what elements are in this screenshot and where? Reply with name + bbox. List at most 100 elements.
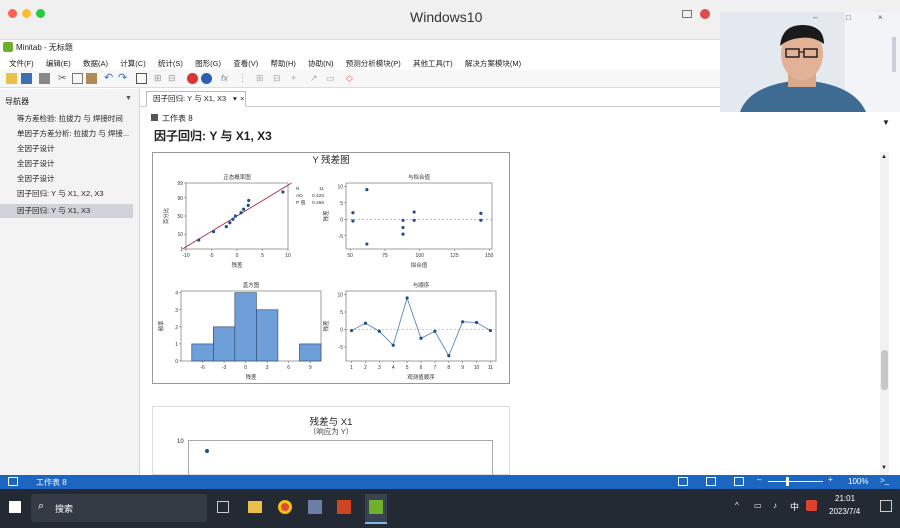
normal-point bbox=[211, 229, 216, 234]
nav-item-selected[interactable]: 因子回归: Y 与 X1, X3 bbox=[0, 204, 133, 218]
menu-solutions[interactable]: 解决方案模块(M) bbox=[465, 59, 521, 68]
menu-view[interactable]: 查看(V) bbox=[233, 59, 258, 68]
normal-xtick-label: 0 bbox=[236, 253, 239, 259]
minimize-dot-icon[interactable] bbox=[22, 9, 31, 18]
menu-tools[interactable]: 其他工具(T) bbox=[413, 59, 453, 68]
chevron-down-icon[interactable]: ▼ bbox=[125, 95, 132, 102]
order-point bbox=[461, 320, 465, 324]
close-icon[interactable]: × bbox=[878, 13, 883, 22]
window-title: Windows10 bbox=[410, 9, 483, 25]
minimize-icon[interactable]: – bbox=[813, 13, 817, 22]
paste-icon[interactable] bbox=[86, 73, 97, 84]
tab-dropdown-icon[interactable]: ▾ bbox=[233, 92, 237, 106]
open-icon[interactable] bbox=[6, 73, 17, 84]
close-dot-icon[interactable] bbox=[8, 9, 17, 18]
save-icon[interactable] bbox=[21, 73, 32, 84]
normal-point bbox=[246, 203, 250, 207]
eraser-icon[interactable]: ◇ bbox=[346, 73, 357, 84]
chrome-icon[interactable] bbox=[278, 500, 292, 514]
zoom-dot-icon[interactable] bbox=[36, 9, 45, 18]
find-icon[interactable]: ⊞ bbox=[154, 73, 165, 84]
print-icon[interactable] bbox=[39, 73, 50, 84]
histogram-title: 直方图 bbox=[243, 281, 260, 289]
zoom-out-icon[interactable]: – bbox=[757, 475, 761, 484]
zoom-slider-thumb[interactable] bbox=[786, 477, 789, 486]
normal-ytick-label: 1 bbox=[180, 247, 183, 253]
formula-icon[interactable]: fx bbox=[221, 73, 232, 84]
output-view-icon[interactable] bbox=[706, 477, 716, 486]
notification-icon[interactable] bbox=[880, 500, 892, 512]
panel-menu-icon[interactable]: ▼ bbox=[882, 118, 890, 127]
nav-item[interactable]: 等方差检验: 拉拔力 与 焊接时间 bbox=[0, 112, 133, 126]
replace-icon[interactable]: ⊟ bbox=[168, 73, 179, 84]
worksheet-view-icon[interactable] bbox=[678, 477, 688, 486]
task-view-icon[interactable] bbox=[217, 501, 229, 513]
cut-icon[interactable]: ✂ bbox=[58, 73, 69, 84]
menu-predictive[interactable]: 预测分析模块(P) bbox=[346, 59, 401, 68]
undo-icon[interactable]: ↶ bbox=[104, 73, 115, 84]
residual-plots-graph[interactable]: Y 残差图 正态概率图 残差 百分比 -10 -5 0 5 10 99 90 50 10 1 N 11 AD 0… bbox=[152, 152, 510, 384]
help-icon[interactable] bbox=[201, 73, 212, 84]
minitab-icon bbox=[369, 500, 383, 514]
redo-icon[interactable]: ↷ bbox=[118, 73, 129, 84]
scrollbar[interactable] bbox=[880, 152, 889, 475]
menu-calc[interactable]: 计算(C) bbox=[120, 59, 145, 68]
menu-data[interactable]: 数据(A) bbox=[83, 59, 108, 68]
scrollbar-thumb[interactable] bbox=[881, 350, 888, 390]
nav-item[interactable]: 全因子设计 bbox=[0, 172, 133, 186]
navigator-title: 导航器 bbox=[5, 97, 29, 106]
nav-item[interactable]: 单因子方差分析: 拉拔力 与 焊接... bbox=[0, 127, 133, 141]
file-explorer-icon[interactable] bbox=[248, 501, 262, 513]
crosshair-icon[interactable]: + bbox=[291, 73, 302, 84]
normal-point bbox=[242, 207, 246, 211]
nav-item[interactable]: 因子回归: Y 与 X1, X2, X3 bbox=[0, 187, 133, 201]
nav-item[interactable]: 全因子设计 bbox=[0, 157, 133, 171]
zoom-in-icon[interactable]: + bbox=[828, 475, 833, 484]
zoom-slider[interactable] bbox=[768, 481, 823, 482]
window-icon[interactable] bbox=[8, 477, 18, 486]
command-icon[interactable]: >_ bbox=[880, 476, 889, 485]
histogram-bar bbox=[299, 343, 322, 362]
nav-item[interactable]: 全因子设计 bbox=[0, 142, 133, 156]
normal-point bbox=[197, 238, 201, 242]
cancel-icon[interactable] bbox=[187, 73, 198, 84]
volume-icon[interactable]: ♪ bbox=[773, 501, 777, 510]
select-icon[interactable]: ⊟ bbox=[273, 73, 284, 84]
graph-tool-icon[interactable]: ⊞ bbox=[256, 73, 267, 84]
residual-vs-x1-graph[interactable]: 残差与 X1 （响应为 Y） 10 bbox=[152, 406, 510, 476]
normal-point bbox=[224, 225, 228, 229]
fits-point bbox=[479, 218, 483, 222]
menu-graph[interactable]: 图形(G) bbox=[195, 59, 221, 68]
tray-chevron-icon[interactable]: ^ bbox=[735, 501, 739, 510]
maximize-icon[interactable]: □ bbox=[846, 13, 851, 22]
shape-tool-icon[interactable]: ▭ bbox=[326, 73, 337, 84]
app-icon[interactable] bbox=[308, 500, 322, 514]
keyboard-icon[interactable] bbox=[682, 10, 692, 18]
scroll-down-icon[interactable]: ▼ bbox=[881, 465, 887, 471]
menu-stat[interactable]: 统计(S) bbox=[158, 59, 183, 68]
menu-edit[interactable]: 编辑(E) bbox=[46, 59, 71, 68]
menu-file[interactable]: 文件(F) bbox=[9, 59, 34, 68]
fits-ylabel: 残差 bbox=[322, 210, 330, 222]
order-point bbox=[391, 343, 395, 347]
order-xtick-label: 10 bbox=[474, 365, 480, 371]
search-box[interactable]: ⌕ 搜索 bbox=[31, 494, 207, 522]
record-icon[interactable] bbox=[700, 9, 710, 19]
window-icon[interactable] bbox=[136, 73, 147, 84]
order-ytick-label: 0 bbox=[340, 328, 343, 334]
line-tool-icon[interactable]: ↗ bbox=[310, 73, 321, 84]
start-icon[interactable] bbox=[9, 501, 21, 513]
menu-help[interactable]: 帮助(H) bbox=[270, 59, 295, 68]
network-icon[interactable]: ▭ bbox=[754, 501, 762, 510]
ime-indicator[interactable]: 中 bbox=[790, 500, 799, 513]
split-view-icon[interactable] bbox=[734, 477, 744, 486]
powerpoint-icon[interactable] bbox=[337, 500, 351, 514]
input-method-icon[interactable] bbox=[806, 500, 817, 511]
scroll-up-icon[interactable]: ▲ bbox=[881, 154, 887, 160]
fits-ytick-label: 5 bbox=[340, 201, 343, 207]
brush-icon[interactable]: ⋮ bbox=[238, 73, 249, 84]
tab-output[interactable]: 因子回归: Y 与 X1, X3 ▾ × bbox=[146, 91, 246, 107]
menu-assist[interactable]: 协助(N) bbox=[308, 59, 333, 68]
copy-icon[interactable] bbox=[72, 73, 83, 84]
tab-close-icon[interactable]: × bbox=[240, 92, 244, 106]
